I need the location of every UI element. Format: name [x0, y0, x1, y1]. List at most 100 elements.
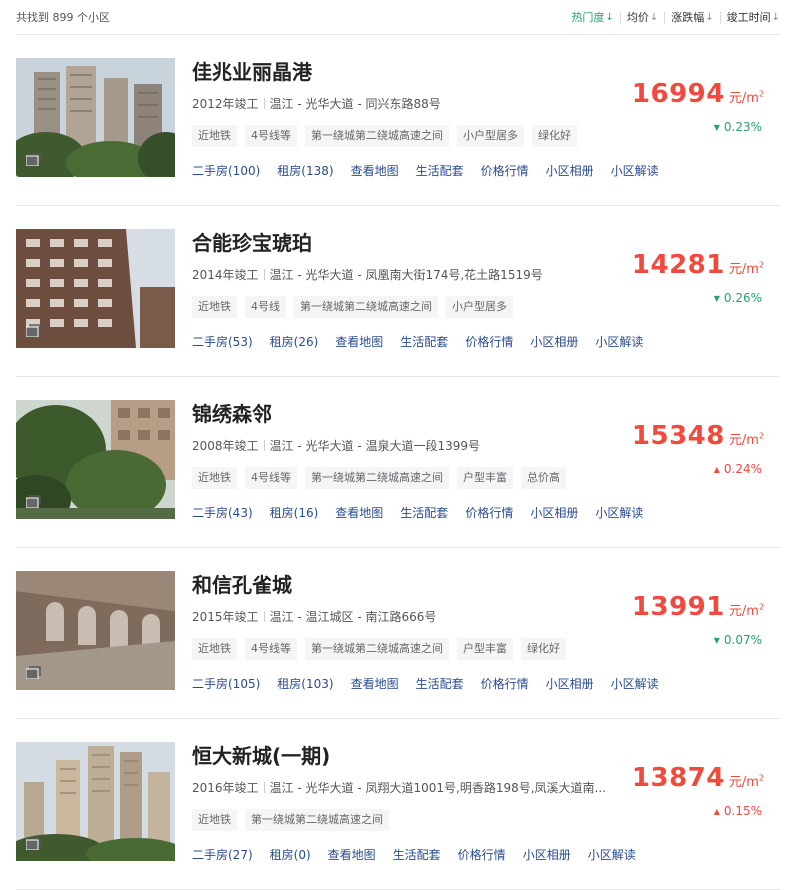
- community-links: 二手房(43) 租房(16) 查看地图 生活配套 价格行情 小区相册 小区解读: [192, 504, 660, 521]
- link-second-hand[interactable]: 二手房(53): [192, 333, 253, 350]
- feature-tag: 近地铁: [192, 467, 237, 489]
- link-rental[interactable]: 租房(103): [277, 675, 333, 692]
- sort-label: 热门度: [571, 11, 605, 24]
- price-unit: 元/m2: [728, 602, 764, 619]
- link-analysis[interactable]: 小区解读: [595, 333, 643, 350]
- community-photo[interactable]: [16, 742, 175, 861]
- link-amenities[interactable]: 生活配套: [400, 333, 448, 350]
- feature-tag: 第一绕城第二绕城高速之间: [305, 638, 449, 660]
- sort-completion-year[interactable]: 竣工时间 ↓: [727, 9, 780, 25]
- feature-tag: 户型丰富: [457, 467, 513, 489]
- average-price: 16994 元/m2: [632, 79, 764, 109]
- price-unit: 元/m2: [728, 431, 764, 448]
- link-price-trend[interactable]: 价格行情: [458, 846, 506, 863]
- community-list: 佳兆业丽晶港 2012年竣工 温江 - 光华大道 - 同兴东路88号 近地铁 4号…: [16, 35, 780, 890]
- link-album[interactable]: 小区相册: [523, 846, 571, 863]
- link-analysis[interactable]: 小区解读: [588, 846, 636, 863]
- link-album[interactable]: 小区相册: [546, 675, 594, 692]
- community-list-item: 锦绣森邻 2008年竣工 温江 - 光华大道 - 温泉大道一段1399号 近地铁 …: [16, 377, 780, 548]
- change-value: 0.07%: [723, 633, 762, 647]
- link-map[interactable]: 查看地图: [351, 162, 399, 179]
- community-name[interactable]: 锦绣森邻: [192, 398, 272, 427]
- link-amenities[interactable]: 生活配套: [393, 846, 441, 863]
- link-map[interactable]: 查看地图: [328, 846, 376, 863]
- photo-gallery-icon: [26, 153, 41, 166]
- sort-down-arrow-icon: ↓: [649, 11, 659, 23]
- link-second-hand[interactable]: 二手房(43): [192, 504, 253, 521]
- community-info: 2008年竣工 温江 - 光华大道 - 温泉大道一段1399号: [192, 437, 612, 454]
- link-second-hand[interactable]: 二手房(105): [192, 675, 260, 692]
- link-price-trend[interactable]: 价格行情: [465, 504, 513, 521]
- link-second-hand[interactable]: 二手房(27): [192, 846, 253, 863]
- photo-gallery-icon: [26, 837, 41, 850]
- community-name[interactable]: 恒大新城(一期): [192, 740, 330, 769]
- link-amenities[interactable]: 生活配套: [416, 675, 464, 692]
- link-price-trend[interactable]: 价格行情: [465, 333, 513, 350]
- community-info: 2015年竣工 温江 - 温江城区 - 南江路666号: [192, 608, 612, 625]
- price-unit: 元/m2: [728, 260, 764, 277]
- community-photo[interactable]: [16, 571, 175, 690]
- trend-up-icon: ▲: [713, 465, 720, 474]
- link-analysis[interactable]: 小区解读: [611, 675, 659, 692]
- link-price-trend[interactable]: 价格行情: [481, 675, 529, 692]
- community-location: 温江 - 光华大道 - 同兴东路88号: [269, 97, 441, 111]
- feature-tag: 近地铁: [192, 296, 237, 318]
- price-change: ▲ 0.24%: [714, 462, 762, 476]
- photo-gallery-icon: [26, 324, 41, 337]
- link-analysis[interactable]: 小区解读: [611, 162, 659, 179]
- sort-price-change[interactable]: 涨跌幅 ↓: [671, 9, 713, 25]
- link-amenities[interactable]: 生活配套: [416, 162, 464, 179]
- link-rental[interactable]: 租房(0): [270, 846, 311, 863]
- link-second-hand[interactable]: 二手房(100): [192, 162, 260, 179]
- link-rental[interactable]: 租房(26): [270, 333, 319, 350]
- sort-down-arrow-icon: ↓: [705, 11, 714, 23]
- link-map[interactable]: 查看地图: [351, 675, 399, 692]
- divider: [263, 98, 265, 109]
- community-links: 二手房(27) 租房(0) 查看地图 生活配套 价格行情 小区相册 小区解读: [192, 846, 653, 863]
- community-name[interactable]: 和信孔雀城: [192, 569, 292, 598]
- feature-tag: 第一绕城第二绕城高速之间: [305, 467, 449, 489]
- link-album[interactable]: 小区相册: [530, 504, 578, 521]
- trend-down-icon: ▼: [713, 123, 720, 132]
- link-amenities[interactable]: 生活配套: [400, 504, 448, 521]
- feature-tag: 近地铁: [192, 638, 237, 660]
- link-price-trend[interactable]: 价格行情: [481, 162, 529, 179]
- community-name[interactable]: 佳兆业丽晶港: [192, 56, 312, 85]
- sort-label: 竣工时间: [726, 11, 771, 24]
- price-unit: 元/m2: [728, 89, 764, 106]
- price-unit: 元/m2: [728, 773, 764, 790]
- feature-tags: 近地铁 4号线等 第一绕城第二绕城高速之间 户型丰富 总价高: [192, 467, 574, 489]
- feature-tag: 第一绕城第二绕城高速之间: [305, 125, 449, 147]
- link-rental[interactable]: 租房(138): [277, 162, 333, 179]
- sort-average-price[interactable]: 均价 ↓: [627, 9, 658, 25]
- price-change: ▼ 0.26%: [714, 291, 762, 305]
- divider: [263, 611, 265, 622]
- link-map[interactable]: 查看地图: [335, 333, 383, 350]
- link-album[interactable]: 小区相册: [546, 162, 594, 179]
- link-analysis[interactable]: 小区解读: [595, 504, 643, 521]
- link-map[interactable]: 查看地图: [335, 504, 383, 521]
- sort-label: 均价: [626, 11, 649, 24]
- community-photo[interactable]: [16, 229, 175, 348]
- community-name[interactable]: 合能珍宝琥珀: [192, 227, 312, 256]
- feature-tags: 近地铁 第一绕城第二绕城高速之间: [192, 809, 397, 831]
- feature-tags: 近地铁 4号线 第一绕城第二绕城高速之间 小户型居多: [192, 296, 521, 318]
- change-value: 0.26%: [723, 291, 762, 305]
- average-price: 13991 元/m2: [632, 592, 764, 622]
- community-list-item: 和信孔雀城 2015年竣工 温江 - 温江城区 - 南江路666号 近地铁 4号线…: [16, 548, 780, 719]
- feature-tag: 第一绕城第二绕城高速之间: [245, 809, 389, 831]
- community-photo[interactable]: [16, 58, 175, 177]
- sort-down-arrow-icon: ↓: [771, 11, 780, 23]
- community-links: 二手房(100) 租房(138) 查看地图 生活配套 价格行情 小区相册 小区解…: [192, 162, 676, 179]
- link-rental[interactable]: 租房(16): [270, 504, 319, 521]
- community-info: 2016年竣工 温江 - 光华大道 - 凤翔大道1001号,明香路198号,凤溪大…: [192, 779, 612, 796]
- community-photo[interactable]: [16, 400, 175, 519]
- community-location: 温江 - 温江城区 - 南江路666号: [269, 610, 437, 624]
- sort-bar: 热门度 ↓ 均价 ↓ 涨跌幅 ↓ 竣工时间 ↓: [571, 9, 780, 25]
- price-value: 13874: [631, 763, 725, 793]
- photo-gallery-icon: [26, 495, 41, 508]
- link-album[interactable]: 小区相册: [530, 333, 578, 350]
- price-value: 14281: [631, 250, 725, 280]
- sort-popularity[interactable]: 热门度 ↓: [571, 9, 613, 25]
- divider: [719, 12, 721, 24]
